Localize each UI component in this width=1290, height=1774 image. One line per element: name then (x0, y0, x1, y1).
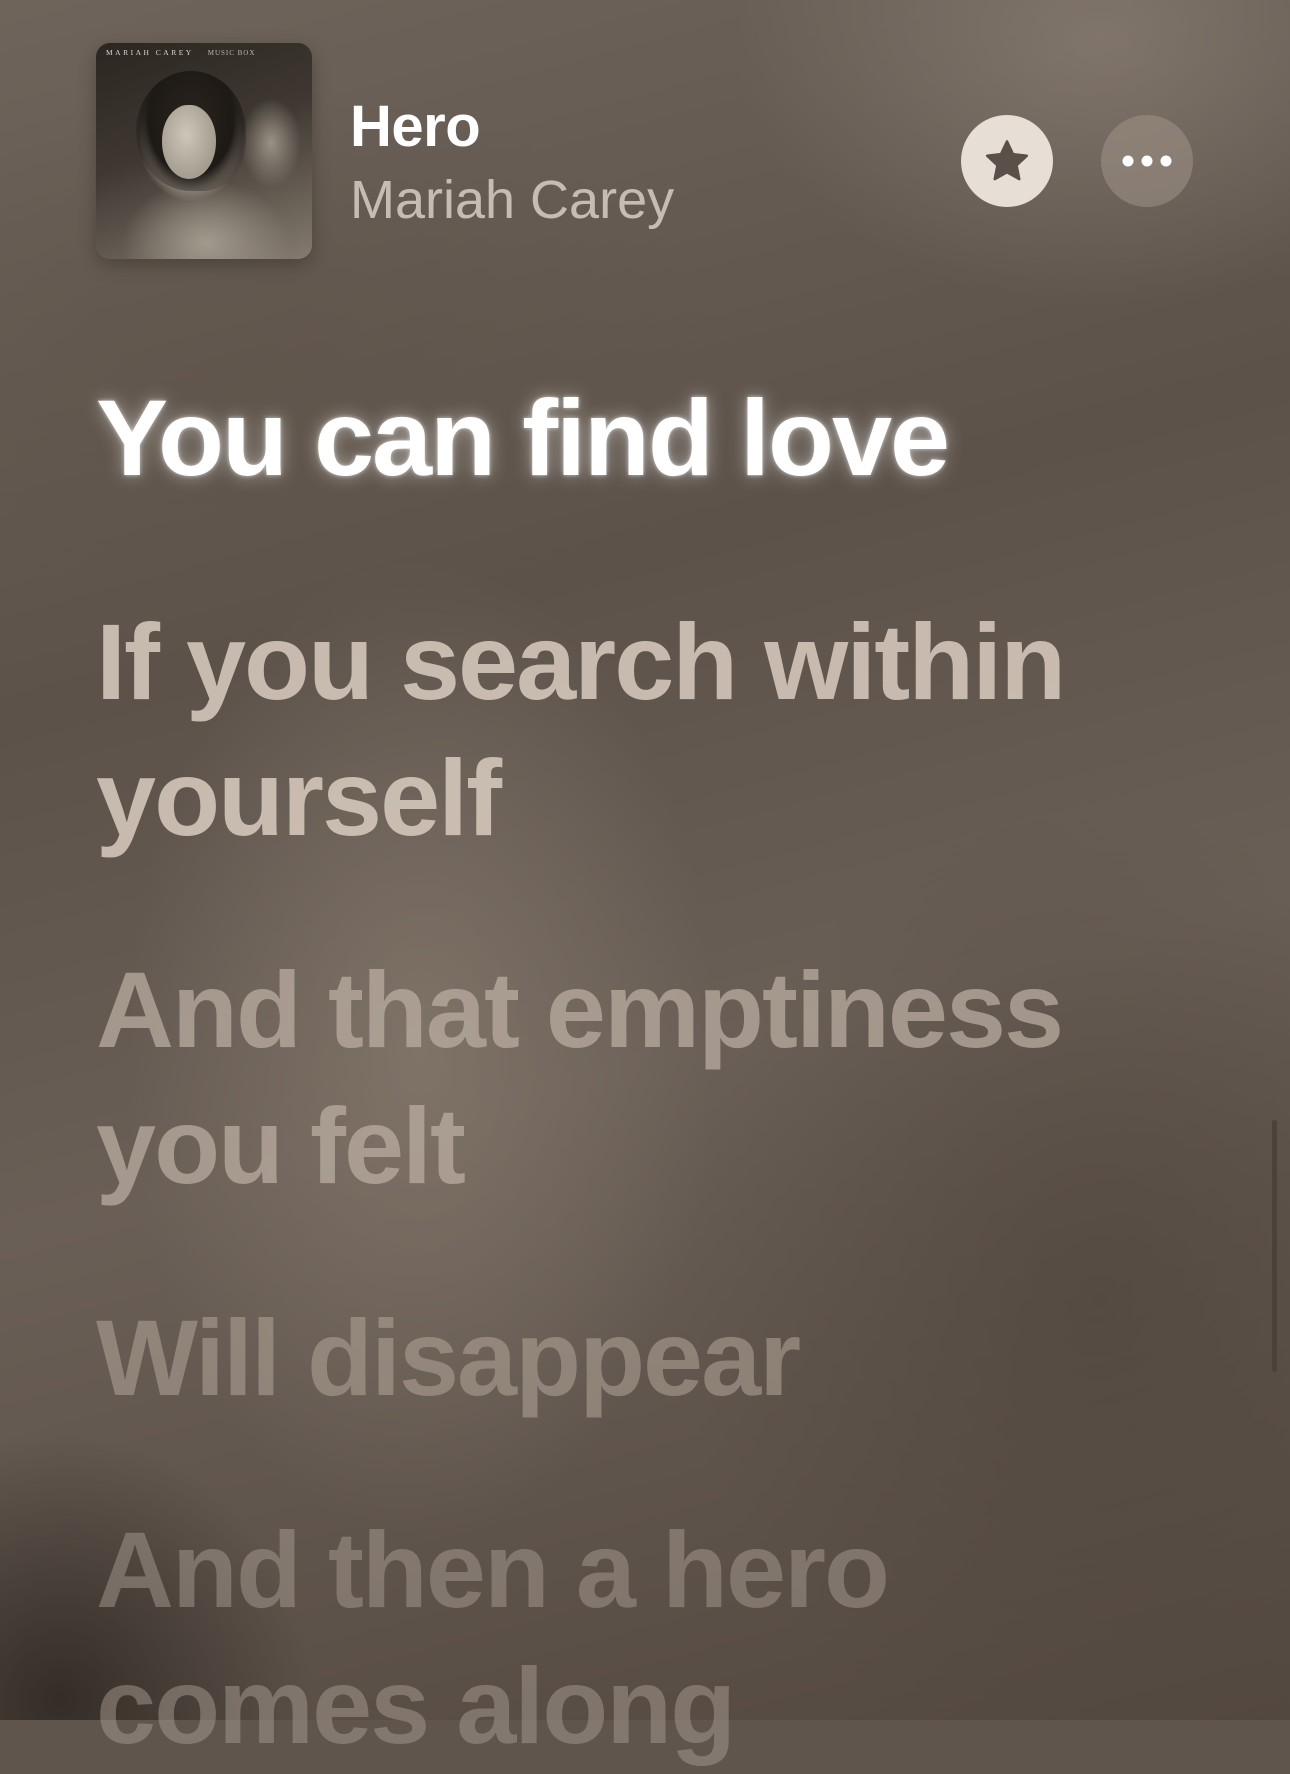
album-art-face (162, 105, 216, 179)
lyrics-view[interactable]: You can find love If you search within y… (96, 370, 1216, 1774)
lyric-line-active[interactable]: You can find love (96, 370, 1216, 506)
lyric-line[interactable]: Will disappear (96, 1290, 1216, 1426)
scrollbar[interactable] (1272, 1120, 1277, 1372)
album-art-album-text: MUSIC BOX (207, 49, 256, 57)
lyric-line[interactable]: If you search within yourself (96, 594, 1216, 866)
song-artist[interactable]: Mariah Carey (350, 169, 674, 231)
lyric-line[interactable]: And then a hero comes along (96, 1502, 1216, 1774)
album-art[interactable]: MARIAH CAREY MUSIC BOX (96, 43, 312, 259)
album-art-lettering: MARIAH CAREY MUSIC BOX (106, 48, 306, 57)
album-art-artist-text: MARIAH CAREY (106, 48, 194, 57)
ellipsis-icon (1122, 155, 1172, 167)
now-playing-header: MARIAH CAREY MUSIC BOX Hero Mariah Carey (96, 43, 1196, 259)
more-options-button[interactable] (1101, 115, 1193, 207)
star-icon (985, 140, 1029, 181)
lyric-line[interactable]: And that emptiness you felt (96, 942, 1216, 1214)
favorite-button[interactable] (961, 115, 1053, 207)
song-title[interactable]: Hero (350, 93, 481, 160)
